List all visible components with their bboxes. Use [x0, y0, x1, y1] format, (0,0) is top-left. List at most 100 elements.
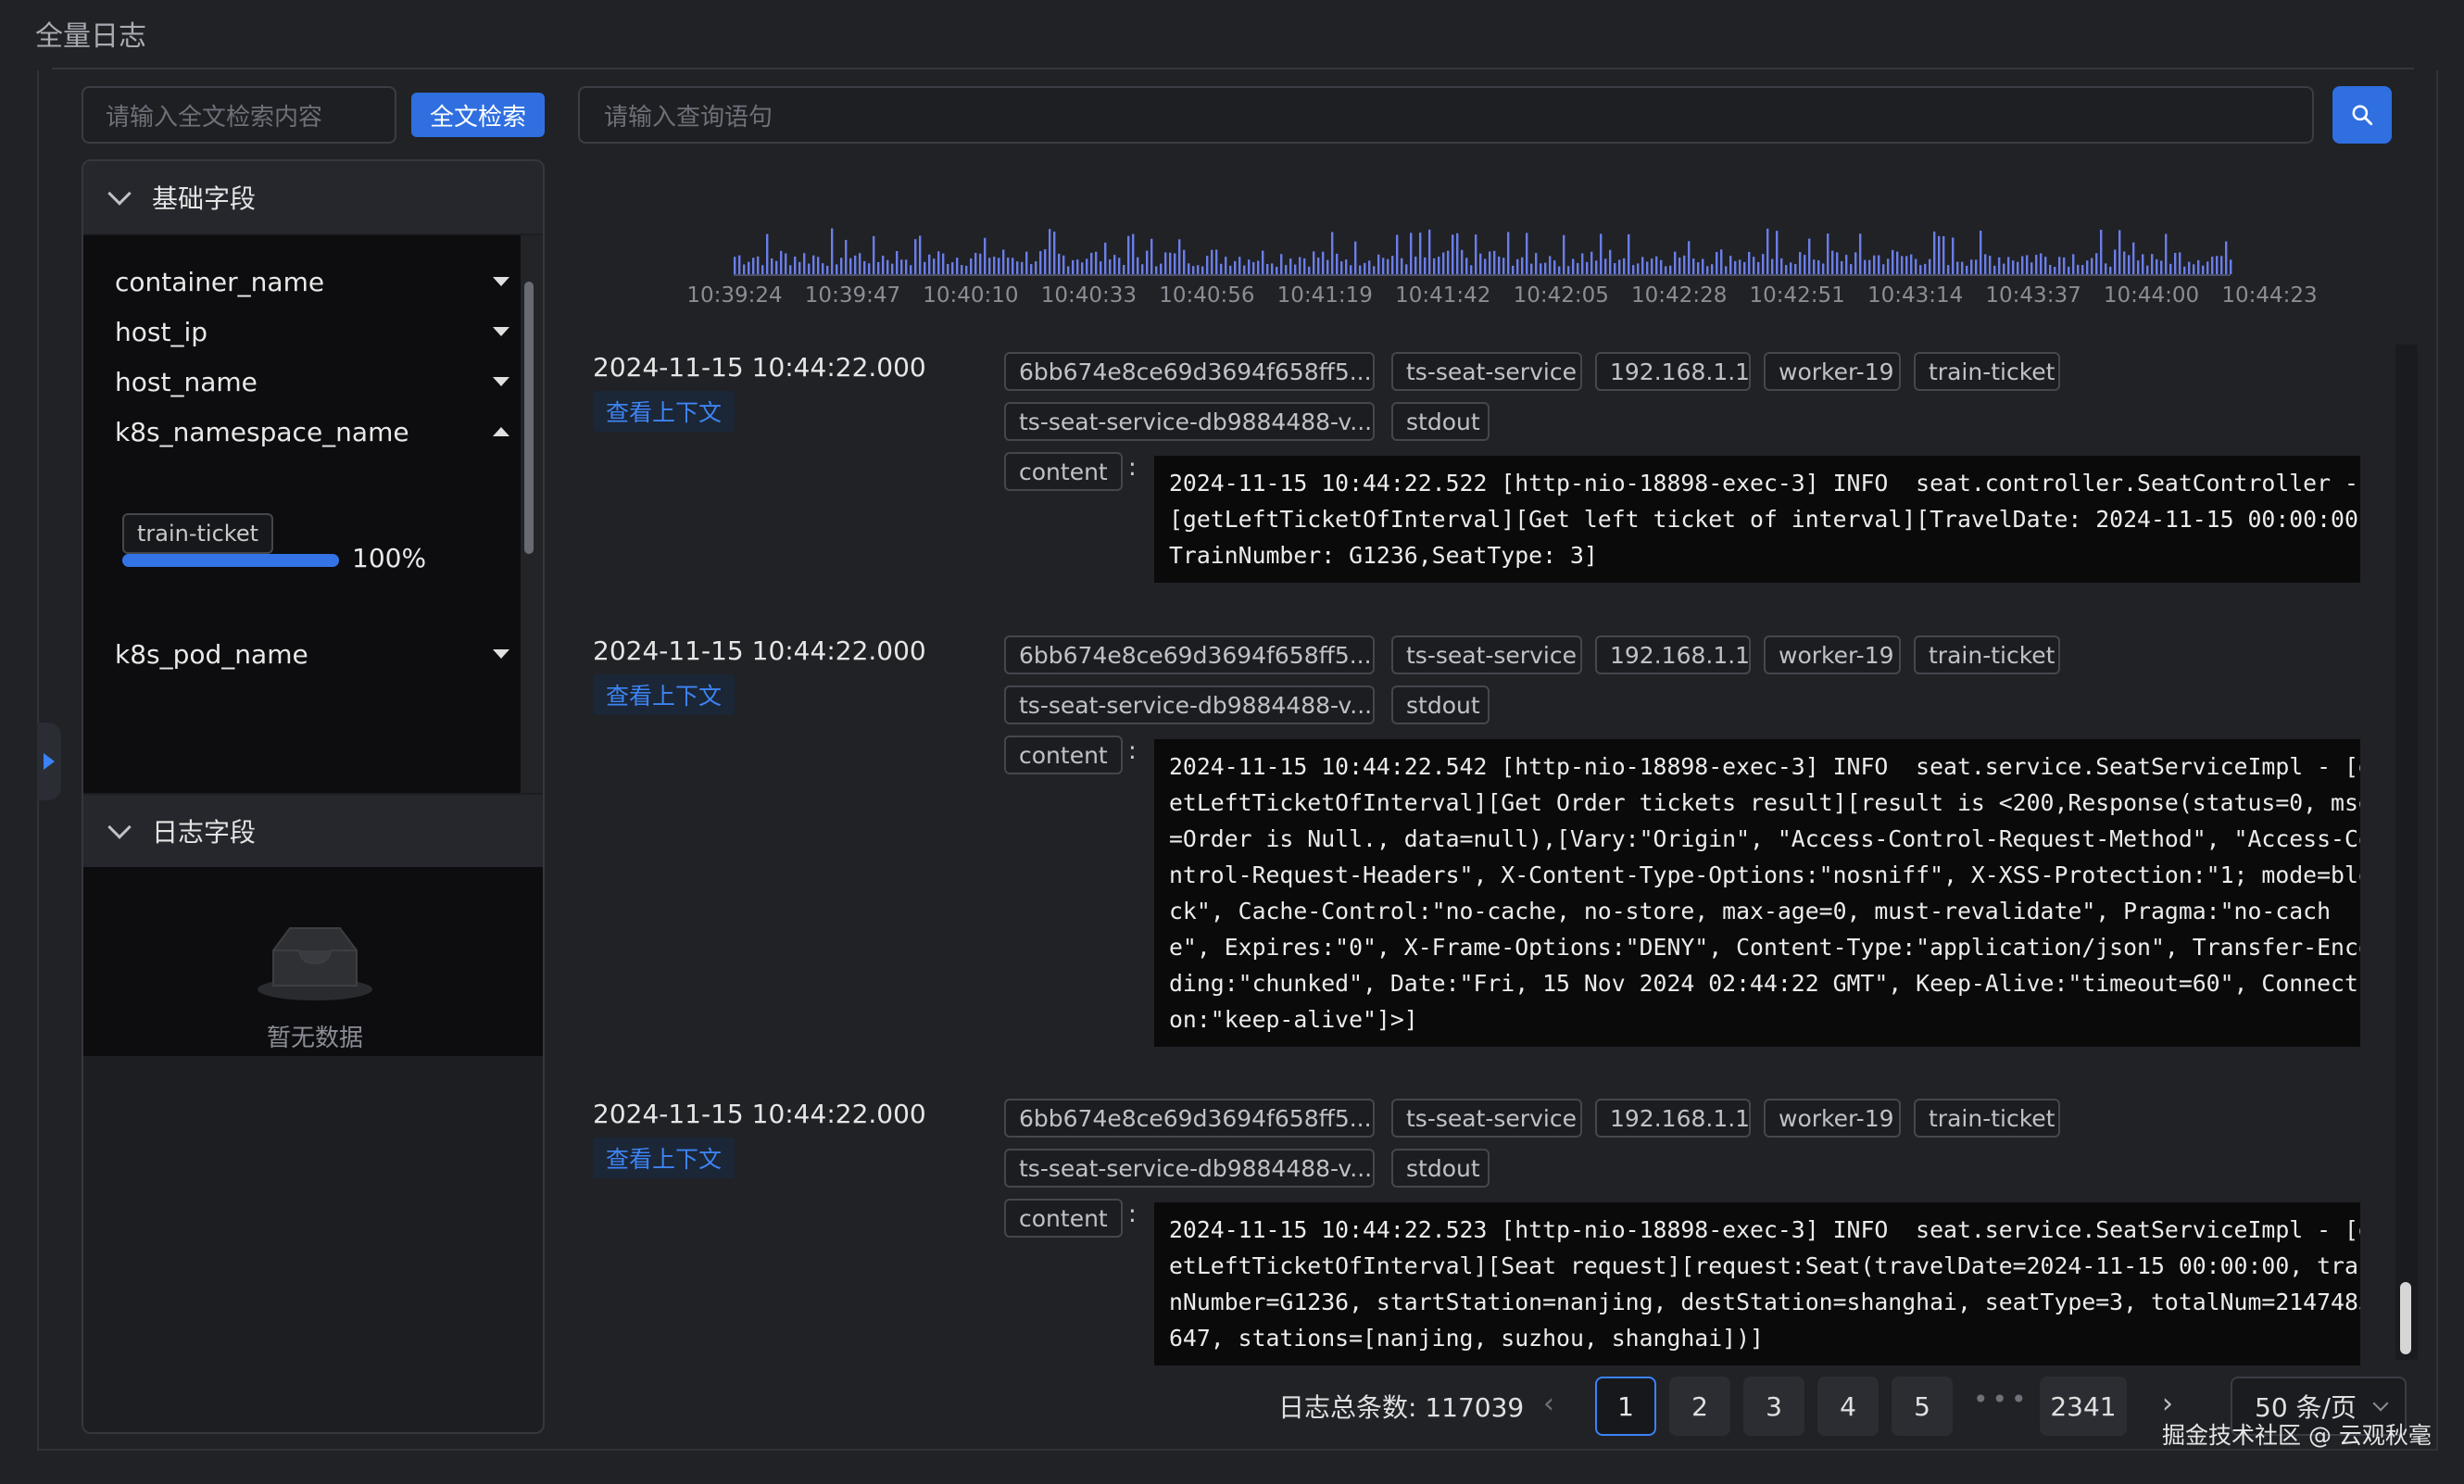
- histogram-bar[interactable]: [1484, 258, 1487, 274]
- histogram-bar[interactable]: [1294, 264, 1297, 274]
- log-fields-header[interactable]: 日志字段: [83, 795, 543, 867]
- histogram-bar[interactable]: [1845, 255, 1848, 274]
- histogram-bar[interactable]: [1229, 265, 1232, 274]
- histogram-bar[interactable]: [798, 261, 801, 274]
- histogram-bar[interactable]: [1016, 261, 1019, 274]
- histogram-bar[interactable]: [1090, 252, 1093, 274]
- histogram-bar[interactable]: [1257, 260, 1260, 274]
- histogram-bar[interactable]: [984, 237, 987, 274]
- histogram-bar[interactable]: [1373, 266, 1376, 274]
- page-button-last[interactable]: 2341: [2040, 1377, 2127, 1436]
- histogram-bar[interactable]: [1975, 259, 1978, 274]
- log-field-tag[interactable]: 6bb674e8ce69d3694f658ff5...: [1004, 352, 1375, 391]
- histogram-bar[interactable]: [2211, 257, 2214, 274]
- histogram-bar[interactable]: [1790, 262, 1792, 274]
- histogram-bar[interactable]: [1470, 265, 1473, 274]
- histogram-bar[interactable]: [1178, 239, 1181, 274]
- log-field-tag[interactable]: train-ticket: [1914, 352, 2060, 391]
- histogram-bar[interactable]: [2118, 230, 2121, 274]
- histogram-bar[interactable]: [2100, 230, 2103, 274]
- query-search-button[interactable]: [2332, 86, 2392, 144]
- page-button-4[interactable]: 4: [1817, 1377, 1879, 1436]
- histogram-bar[interactable]: [1280, 254, 1283, 274]
- log-field-tag[interactable]: ts-seat-service-db9884488-v...: [1004, 685, 1375, 724]
- histogram-bar[interactable]: [1419, 233, 1422, 274]
- histogram-bar[interactable]: [2040, 253, 2043, 274]
- histogram-bar[interactable]: [1164, 252, 1167, 274]
- histogram-bar[interactable]: [752, 258, 755, 274]
- histogram-bar[interactable]: [863, 260, 866, 274]
- histogram-bar[interactable]: [1919, 265, 1922, 274]
- histogram-bar[interactable]: [1882, 264, 1885, 274]
- histogram-bar[interactable]: [2132, 242, 2135, 274]
- histogram-bar[interactable]: [1966, 265, 1968, 274]
- fulltext-search-button[interactable]: 全文检索: [411, 93, 545, 137]
- histogram-bar[interactable]: [2230, 259, 2232, 274]
- histogram-bar[interactable]: [1804, 255, 1806, 274]
- fulltext-search-input[interactable]: 请输入全文检索内容: [82, 86, 396, 144]
- histogram-bar[interactable]: [2169, 263, 2172, 274]
- histogram-bar[interactable]: [1002, 249, 1005, 274]
- histogram-bar[interactable]: [1382, 258, 1385, 274]
- log-field-tag[interactable]: train-ticket: [1914, 635, 2060, 674]
- histogram-bar[interactable]: [1692, 258, 1695, 274]
- chevron-left-icon[interactable]: ‹: [1543, 1388, 1554, 1420]
- histogram-bar[interactable]: [1299, 257, 1301, 274]
- histogram-bar[interactable]: [840, 258, 843, 274]
- histogram-bar[interactable]: [1132, 233, 1135, 274]
- histogram-bar[interactable]: [2225, 241, 2228, 274]
- histogram-bar[interactable]: [1739, 259, 1741, 274]
- histogram-bar[interactable]: [1331, 232, 1334, 274]
- histogram-bar[interactable]: [1646, 261, 1649, 274]
- histogram-bar[interactable]: [1628, 233, 1630, 274]
- histogram-bar[interactable]: [914, 239, 917, 274]
- histogram-bar[interactable]: [2003, 263, 2005, 274]
- histogram-bar[interactable]: [905, 259, 908, 274]
- histogram-bar[interactable]: [1262, 250, 1264, 274]
- histogram-bar[interactable]: [1150, 238, 1153, 274]
- histogram-bar[interactable]: [1794, 264, 1797, 274]
- histogram-bar[interactable]: [1354, 241, 1357, 274]
- histogram-bar[interactable]: [1313, 251, 1315, 274]
- histogram-bar[interactable]: [849, 258, 852, 274]
- histogram-bar[interactable]: [2026, 255, 2029, 274]
- histogram-bar[interactable]: [1623, 258, 1626, 274]
- histogram-bar[interactable]: [1461, 249, 1464, 274]
- histogram-bar[interactable]: [1326, 259, 1329, 274]
- histogram-bar[interactable]: [845, 239, 848, 274]
- histogram-bar[interactable]: [1238, 257, 1241, 274]
- histogram-bar[interactable]: [868, 263, 871, 274]
- histogram-bar[interactable]: [873, 235, 875, 274]
- histogram-bar[interactable]: [808, 263, 811, 274]
- histogram-bar[interactable]: [1702, 258, 1704, 274]
- histogram-bar[interactable]: [2091, 258, 2093, 274]
- field-k8s-pod-name[interactable]: k8s_pod_name: [115, 634, 509, 674]
- histogram-bar[interactable]: [1155, 266, 1158, 274]
- histogram-bar[interactable]: [1706, 266, 1709, 274]
- histogram-bar[interactable]: [2017, 261, 2019, 274]
- field-host-name[interactable]: host_name: [115, 361, 509, 402]
- histogram-bar[interactable]: [1493, 250, 1496, 274]
- histogram-bar[interactable]: [785, 253, 787, 274]
- histogram-bar[interactable]: [1632, 265, 1635, 274]
- histogram-bar[interactable]: [886, 259, 889, 274]
- histogram-bar[interactable]: [1984, 254, 1987, 274]
- histogram-bar[interactable]: [1535, 253, 1538, 274]
- histogram-bar[interactable]: [1201, 266, 1204, 274]
- histogram-bar[interactable]: [1308, 266, 1311, 274]
- histogram-bar[interactable]: [1317, 258, 1320, 274]
- histogram-bar[interactable]: [1401, 258, 1403, 274]
- histogram-bar[interactable]: [1146, 250, 1149, 274]
- chevron-right-icon[interactable]: ›: [2162, 1388, 2173, 1420]
- histogram-bar[interactable]: [2081, 265, 2084, 274]
- histogram-bar[interactable]: [1748, 251, 1751, 274]
- histogram-bar[interactable]: [1350, 265, 1352, 274]
- histogram-bar[interactable]: [1067, 266, 1070, 274]
- histogram-bar[interactable]: [1929, 258, 1931, 274]
- histogram-bar[interactable]: [2095, 253, 2098, 274]
- log-field-tag[interactable]: 192.168.1.19: [1595, 635, 1751, 674]
- histogram-bar[interactable]: [1433, 258, 1436, 274]
- histogram-bar[interactable]: [1053, 232, 1056, 274]
- log-field-tag[interactable]: worker-19: [1764, 1099, 1901, 1138]
- histogram-bar[interactable]: [1081, 262, 1084, 274]
